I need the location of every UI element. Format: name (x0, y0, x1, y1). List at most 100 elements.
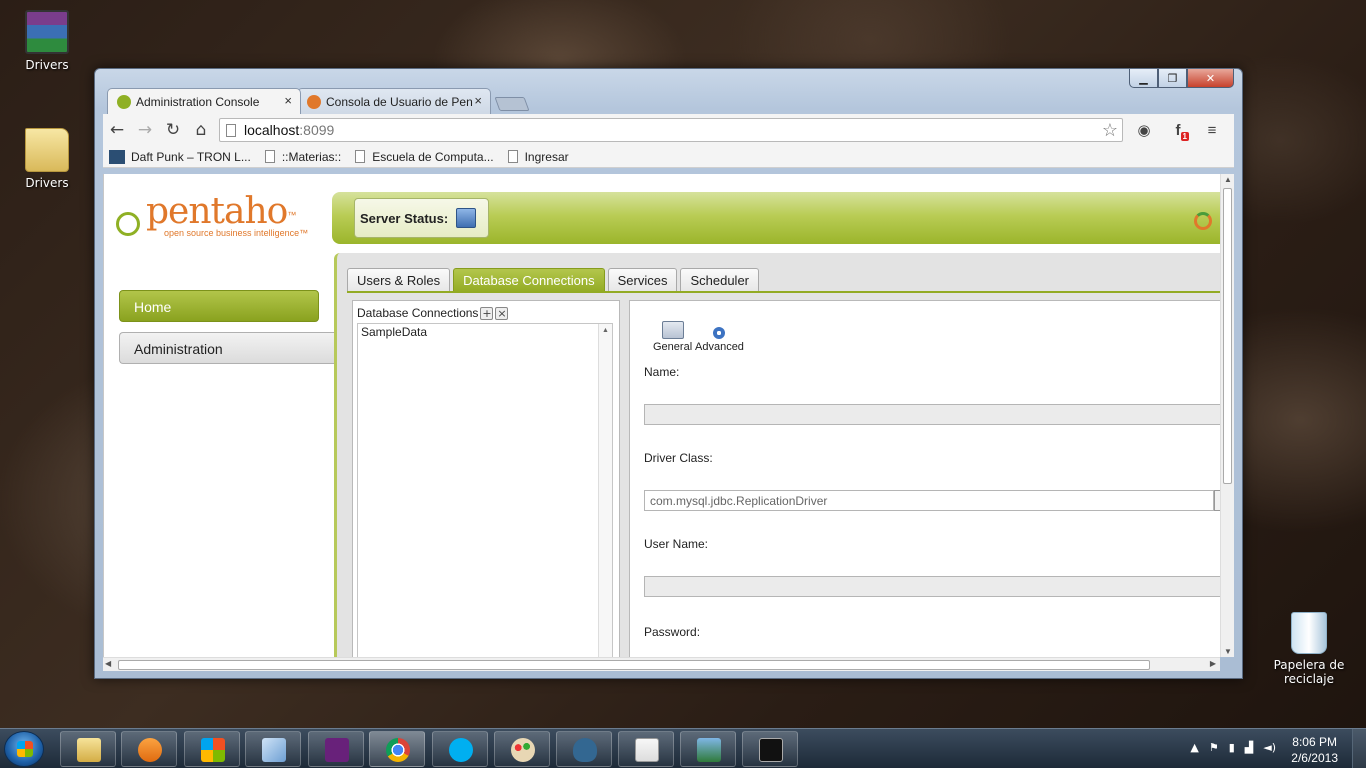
tab-underline (347, 291, 1220, 293)
windows-taskbar: ▲ ⚑ ▮ ▟ ◄) 8:06 PM 2/6/2013 (0, 728, 1366, 768)
connection-form-panel: General Advanced Name: Driver Class: com… (629, 300, 1220, 657)
windows-logo-icon (17, 741, 33, 757)
back-button[interactable]: ← (103, 116, 131, 144)
java-icon (635, 738, 659, 762)
browser-toolbar: ← → ↻ ⌂ localhost :8099 ☆ ◉ f1 ≡ (103, 114, 1234, 146)
volume-icon[interactable]: ◄) (1263, 741, 1276, 754)
maximize-button[interactable]: ❐ (1158, 69, 1187, 88)
user-name-field[interactable] (644, 576, 1220, 597)
tab-scheduler[interactable]: Scheduler (680, 268, 760, 292)
page-icon (264, 150, 275, 163)
new-tab-button[interactable] (494, 97, 530, 111)
add-connection-button[interactable]: + (480, 306, 494, 320)
site-logo-icon (109, 149, 125, 164)
tab-database-connections[interactable]: Database Connections (453, 268, 605, 292)
list-item[interactable]: SampleData (358, 324, 612, 340)
browser-tab-admin-console[interactable]: Administration Console × (107, 88, 301, 114)
action-center-flag-icon[interactable]: ⚑ (1209, 741, 1219, 754)
taskbar-file-explorer[interactable] (60, 731, 116, 767)
bookmark-materias[interactable]: ::Materias:: (264, 150, 341, 164)
tab-close-icon[interactable]: × (284, 93, 292, 108)
forward-button[interactable]: → (131, 116, 159, 144)
url-port: :8099 (299, 122, 335, 138)
scroll-thumb[interactable] (1223, 188, 1232, 484)
taskbar-skype[interactable] (432, 731, 488, 767)
scroll-left-icon[interactable]: ◀ (105, 659, 111, 668)
address-bar[interactable]: localhost :8099 ☆ (219, 118, 1123, 142)
bookmark-escuela[interactable]: Escuela de Computa... (355, 150, 494, 164)
nav-administration-button[interactable]: Administration (119, 332, 337, 364)
browser-tab-user-console[interactable]: Consola de Usuario de Pen × (297, 88, 491, 114)
taskbar-paint[interactable] (494, 731, 550, 767)
desktop-icon-label: Drivers (25, 176, 69, 190)
windows-store-icon (201, 738, 225, 762)
window-controls: ▁ ❐ ✕ (1129, 69, 1234, 88)
page-icon (226, 123, 236, 137)
network-signal-icon[interactable]: ▟ (1245, 741, 1253, 754)
menu-icon[interactable]: ≡ (1199, 117, 1225, 143)
scroll-up-icon[interactable]: ▲ (1224, 175, 1232, 184)
connections-list[interactable]: SampleData ▲ (357, 323, 613, 657)
password-label: Password: (644, 625, 701, 639)
taskbar-virtualbox[interactable] (245, 731, 301, 767)
desktop-icon-drivers-folder[interactable]: Drivers (12, 128, 82, 190)
tab-services[interactable]: Services (607, 268, 678, 292)
taskbar-windows-store[interactable] (184, 731, 240, 767)
page-horizontal-scrollbar[interactable]: ◀ ▶ (103, 657, 1220, 671)
nav-home-button[interactable]: Home (119, 290, 319, 322)
connections-header-label: Database Connections (357, 306, 479, 320)
postgresql-icon (573, 738, 597, 762)
home-button[interactable]: ⌂ (187, 116, 215, 144)
general-mode-button[interactable]: General (653, 321, 692, 353)
advanced-mode-button[interactable]: Advanced (695, 321, 744, 353)
command-prompt-icon (759, 738, 783, 762)
show-desktop-button[interactable] (1352, 729, 1366, 768)
eye-extension-icon[interactable]: ◉ (1131, 117, 1157, 143)
taskbar-clock[interactable]: 8:06 PM 2/6/2013 (1291, 734, 1338, 766)
facebook-extension-icon[interactable]: f1 (1165, 117, 1191, 143)
gear-icon (713, 327, 726, 339)
tab-users-roles[interactable]: Users & Roles (347, 268, 451, 292)
scroll-thumb[interactable] (118, 660, 1150, 670)
bookmark-label: Daft Punk – TRON L... (131, 149, 251, 164)
chrome-icon (386, 738, 410, 762)
show-hidden-icons-icon[interactable]: ▲ (1190, 741, 1198, 754)
bookmark-daft-punk[interactable]: Daft Punk – TRON L... (109, 149, 251, 164)
connections-header: Database Connections + × (357, 306, 509, 320)
pentaho-favicon-icon (117, 95, 131, 109)
server-status-box[interactable]: Server Status: (354, 198, 489, 238)
scroll-right-icon[interactable]: ▶ (1210, 659, 1216, 668)
taskbar-java[interactable] (618, 731, 674, 767)
scroll-up-icon[interactable]: ▲ (602, 327, 609, 334)
tab-close-icon[interactable]: × (474, 93, 482, 108)
reload-button[interactable]: ↻ (159, 116, 187, 144)
start-button[interactable] (4, 731, 44, 767)
driver-class-combobox[interactable]: com.mysql.jdbc.ReplicationDriver (644, 490, 1214, 511)
remove-connection-button[interactable]: × (495, 306, 509, 320)
close-window-button[interactable]: ✕ (1187, 69, 1234, 88)
user-name-label: User Name: (644, 537, 709, 551)
advanced-mode-label: Advanced (695, 341, 744, 353)
list-scrollbar[interactable]: ▲ (598, 324, 612, 657)
logo-trademark: ™ (287, 210, 297, 220)
power-icon[interactable]: ▮ (1229, 741, 1235, 754)
name-field[interactable] (644, 404, 1220, 425)
desktop-icon-drivers-archive[interactable]: Drivers (12, 10, 82, 72)
pentaho-logo: pentaho™ open source business intelligen… (116, 194, 308, 238)
taskbar-chrome[interactable] (369, 731, 425, 767)
taskbar-media-player[interactable] (121, 731, 177, 767)
tab-title: Consola de Usuario de Pen (326, 95, 473, 109)
bookmark-ingresar[interactable]: Ingresar (507, 150, 569, 164)
taskbar-photo-viewer[interactable] (680, 731, 736, 767)
page-vertical-scrollbar[interactable]: ▲ ▼ (1220, 174, 1234, 657)
taskbar-visual-studio[interactable] (308, 731, 364, 767)
driver-class-label: Driver Class: (644, 451, 713, 465)
scroll-down-icon[interactable]: ▼ (1224, 647, 1232, 656)
taskbar-postgresql[interactable] (556, 731, 612, 767)
refresh-icon[interactable] (1194, 212, 1212, 230)
minimize-button[interactable]: ▁ (1129, 69, 1158, 88)
bookmark-star-icon[interactable]: ☆ (1102, 120, 1118, 141)
desktop-icon-recycle-bin[interactable]: Papelera de reciclaje (1270, 612, 1348, 686)
taskbar-command-prompt[interactable] (742, 731, 798, 767)
server-status-label: Server Status: (360, 210, 449, 226)
